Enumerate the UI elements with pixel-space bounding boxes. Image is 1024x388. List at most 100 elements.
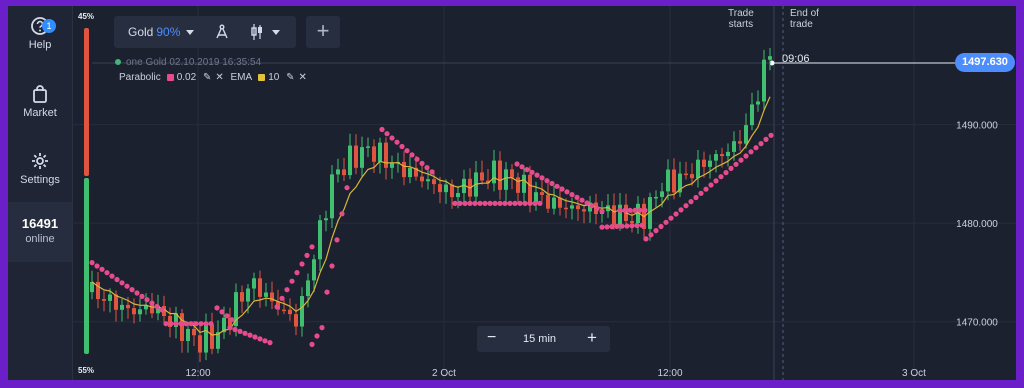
candle (390, 162, 394, 168)
sidebar-item-label: Market (23, 107, 57, 119)
sar-dot (763, 136, 769, 142)
candle (492, 160, 496, 184)
close-icon[interactable]: ✕ (215, 72, 223, 83)
sar-dot (414, 156, 420, 162)
candle (570, 205, 574, 209)
sar-dot (289, 278, 295, 284)
sar-dot (319, 325, 325, 331)
ema-line (91, 96, 771, 336)
candle (378, 142, 382, 162)
sar-dot (477, 200, 483, 206)
candle (762, 59, 766, 102)
candle (306, 280, 310, 297)
sar-dot (419, 160, 425, 166)
chart-area[interactable]: 1490.000 1480.000 1470.000 12:00 2 Oct 12:00 3… (72, 6, 1016, 380)
y-tick-label: 1470.000 (956, 318, 998, 329)
end-of-trade-label: End of trade (790, 8, 819, 30)
sar-dot (637, 207, 643, 213)
sar-dot (399, 143, 405, 150)
sar-dot (718, 174, 724, 180)
sar-dot (534, 172, 540, 178)
sar-dot (614, 223, 620, 229)
sidebar-item-settings[interactable]: Settings (8, 151, 72, 186)
sar-dot (214, 305, 220, 311)
sar-dot (394, 139, 400, 145)
sar-dot (163, 321, 169, 327)
candle (534, 192, 538, 203)
sar-dot (748, 149, 754, 155)
sar-dot (134, 290, 140, 296)
trade-time: 09:06 (782, 53, 810, 65)
candle (672, 169, 676, 193)
chart-type-icon[interactable] (250, 23, 264, 41)
trade-starts-label: Trade starts (728, 8, 754, 30)
candle (210, 324, 214, 349)
sar-dot (738, 157, 744, 163)
timeframe-control: − 15 min + (477, 326, 610, 352)
sar-dot (159, 307, 165, 313)
candle (546, 194, 550, 209)
sar-dot (673, 211, 679, 217)
sar-dot (227, 325, 233, 331)
sar-dot (629, 223, 635, 229)
sidebar-item-label: Settings (20, 174, 60, 186)
sar-dot (723, 170, 729, 176)
candle (126, 304, 130, 309)
candle (480, 172, 484, 181)
zoom-in-button[interactable]: + (587, 328, 597, 348)
app-frame: 1 Help Market Settings 16491 online 1490… (8, 6, 1016, 380)
candle (768, 56, 772, 60)
sar-dot (599, 224, 605, 230)
asset-name: Gold (128, 25, 154, 39)
sar-dot (514, 161, 520, 167)
sar-dot (497, 200, 503, 206)
asset-selector[interactable]: Gold 90% (128, 25, 180, 39)
candle (504, 169, 508, 190)
sar-dot (653, 228, 659, 234)
y-tick-label: 1480.000 (956, 219, 998, 230)
sar-dot (257, 336, 263, 342)
sar-dot (299, 261, 305, 267)
sar-dot (624, 223, 630, 229)
sar-dot (708, 182, 714, 188)
candle (726, 151, 730, 157)
drawing-tools-icon[interactable] (214, 24, 230, 40)
add-chart-button[interactable]: + (306, 16, 340, 48)
candle (342, 169, 346, 176)
notification-badge: 1 (42, 19, 56, 33)
sar-dot (154, 303, 160, 310)
sar-dot (384, 131, 390, 137)
sar-dot (294, 270, 300, 276)
indicators-line: Parabolic 0.02 ✎ ✕ EMA 10 ✎ ✕ (119, 72, 307, 83)
sar-dot (99, 266, 105, 272)
sar-dot (713, 178, 719, 184)
sar-dot (242, 330, 248, 336)
zoom-out-button[interactable]: − (487, 329, 496, 347)
chevron-down-icon[interactable] (272, 30, 280, 35)
sar-dot (619, 223, 625, 229)
sar-dot (544, 178, 550, 184)
sar-dot (487, 200, 493, 206)
candle (384, 142, 388, 168)
sar-dot (144, 297, 150, 303)
sidebar-item-market[interactable]: Market (8, 84, 72, 119)
sar-dot (617, 207, 623, 213)
edit-icon[interactable]: ✎ (286, 72, 294, 83)
candle (498, 160, 502, 190)
sar-dot (94, 263, 100, 269)
gear-icon (32, 153, 48, 169)
chevron-down-icon[interactable] (186, 30, 194, 35)
sar-dot (404, 148, 410, 154)
sar-dot (579, 197, 585, 203)
sar-dot (512, 200, 518, 206)
edit-icon[interactable]: ✎ (203, 72, 211, 83)
sar-dot (452, 200, 458, 206)
candle (444, 184, 448, 193)
x-tick-label: 12:00 (185, 368, 210, 379)
sar-dot (688, 199, 694, 205)
x-tick-label: 2 Oct (432, 368, 456, 379)
sar-dot (344, 185, 350, 191)
sidebar-item-help[interactable]: 1 Help (8, 16, 72, 51)
sar-dot (262, 338, 268, 344)
close-icon[interactable]: ✕ (298, 72, 306, 83)
